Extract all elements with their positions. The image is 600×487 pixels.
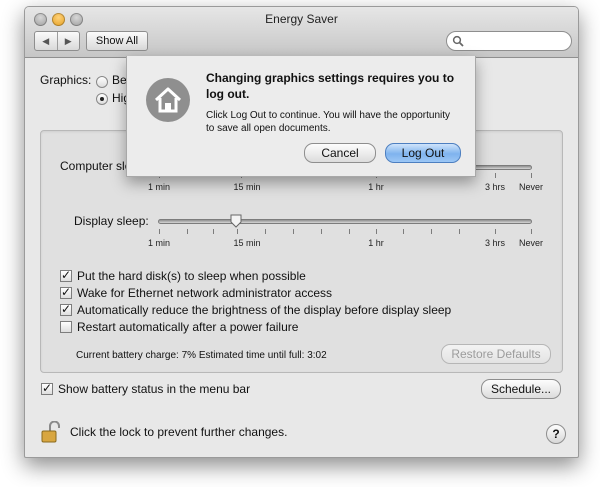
display-sleep-tick-label: 1 hr [368, 238, 384, 248]
checkbox-box[interactable]: ✓ [41, 381, 53, 395]
battery-status-text: Current battery charge: 7% Estimated tim… [76, 350, 327, 361]
sheet-title: Changing graphics settings requires you … [206, 71, 455, 101]
nav-buttons: ◀ ▶ [34, 31, 80, 51]
display-sleep-slider[interactable] [158, 219, 532, 224]
computer-sleep-tick-label: Never [518, 182, 544, 192]
logout-confirmation-sheet: Changing graphics settings requires you … [126, 56, 476, 177]
computer-sleep-tick-label: 15 min [233, 182, 261, 192]
show-all-button[interactable]: Show All [86, 31, 148, 51]
log-out-button[interactable]: Log Out [385, 143, 461, 163]
display-sleep-slider-knob[interactable] [230, 214, 242, 228]
lock-text: Click the lock to prevent further change… [70, 425, 288, 439]
checkbox-label: Show battery status in the menu bar [58, 382, 251, 396]
graphics-option-higher-radio[interactable] [96, 93, 108, 105]
checkbox-box[interactable]: ✓ [60, 285, 72, 299]
display-sleep-tick-label: Never [518, 238, 544, 248]
checkbox-label: Restart automatically after a power fail… [77, 320, 299, 334]
graphics-label: Graphics: [40, 73, 92, 87]
display-sleep-tick-label: 1 min [147, 238, 171, 248]
sheet-message: Click Log Out to continue. You will have… [206, 110, 451, 134]
display-sleep-tick-label: 3 hrs [484, 238, 506, 248]
computer-sleep-tick-label: 1 min [147, 182, 171, 192]
window-title: Energy Saver [265, 12, 338, 26]
lock-icon[interactable] [41, 421, 61, 443]
back-button[interactable]: ◀ [35, 32, 57, 50]
home-icon [146, 78, 190, 122]
display-sleep-tick-label: 15 min [233, 238, 261, 248]
checkmark-icon: ✓ [42, 381, 53, 395]
checkmark-icon: ✓ [61, 285, 72, 299]
checkbox-label: Put the hard disk(s) to sleep when possi… [77, 269, 306, 283]
schedule-button[interactable]: Schedule... [481, 379, 561, 399]
forward-button[interactable]: ▶ [56, 32, 80, 50]
title-bar: Energy Saver ◀ ▶ Show All [25, 7, 578, 58]
search-field[interactable] [446, 31, 572, 51]
computer-sleep-tick-label: 3 hrs [484, 182, 506, 192]
checkmark-icon: ✓ [61, 268, 72, 282]
checkbox-label: Wake for Ethernet network administrator … [77, 286, 332, 300]
display-sleep-label: Display sleep: [74, 214, 149, 228]
checkbox-box[interactable]: ✓ [60, 268, 72, 282]
graphics-option-better-radio[interactable] [96, 76, 108, 88]
cancel-button[interactable]: Cancel [304, 143, 376, 163]
checkbox-label: Automatically reduce the brightness of t… [77, 303, 452, 317]
checkmark-icon: ✓ [61, 302, 72, 316]
checkbox-box[interactable] [60, 321, 72, 333]
search-icon [452, 35, 464, 47]
help-button[interactable]: ? [546, 424, 566, 444]
computer-sleep-tick-label: 1 hr [368, 182, 384, 192]
checkbox-box[interactable]: ✓ [60, 302, 72, 316]
restore-defaults-button[interactable]: Restore Defaults [441, 344, 551, 364]
